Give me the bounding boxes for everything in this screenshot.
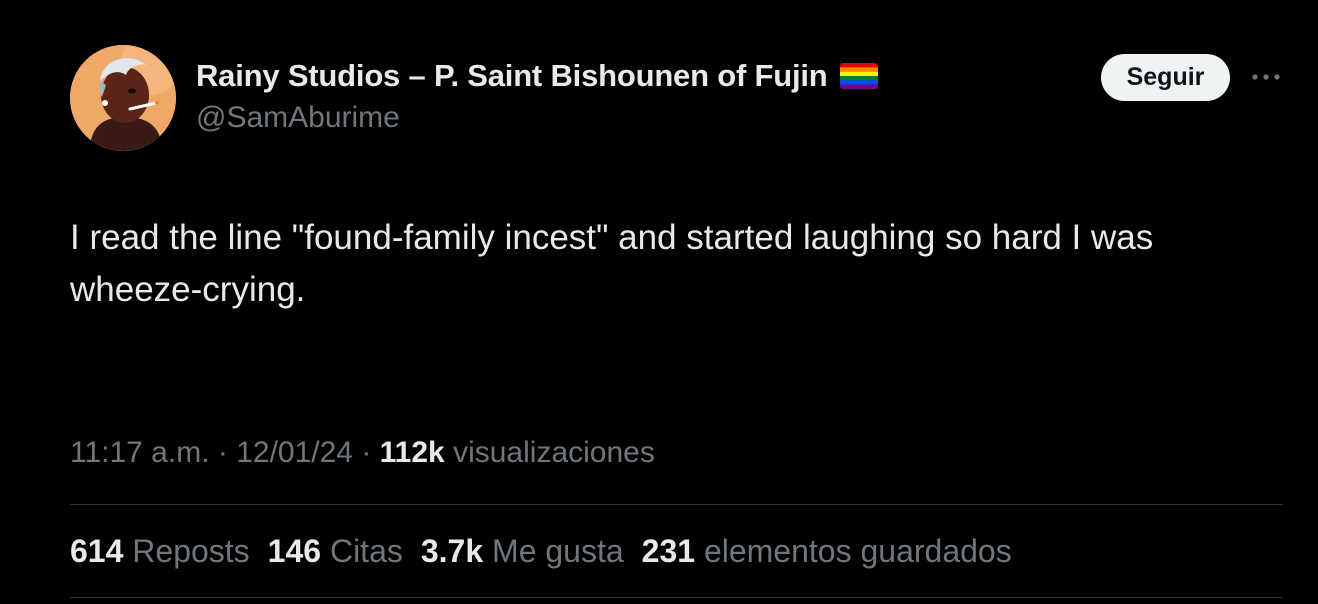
views-count: 112k — [379, 436, 445, 469]
stat-count: 3.7k — [420, 533, 484, 569]
author-display-name[interactable]: Rainy Studios – P. Saint Bishounen of Fu… — [196, 58, 828, 94]
stat-count: 146 — [267, 533, 322, 569]
stat-likes[interactable]: 3.7k Me gusta — [421, 533, 624, 570]
stat-label: elementos guardados — [703, 533, 1012, 569]
stat-label: Me gusta — [492, 533, 624, 569]
profile-avatar[interactable] — [70, 45, 176, 151]
divider-bottom — [70, 597, 1283, 598]
tweet-date[interactable]: 12/01/24 — [236, 436, 353, 469]
stat-count: 614 — [70, 533, 124, 569]
avatar-illustration-icon — [70, 45, 176, 151]
more-options-button[interactable] — [1246, 62, 1286, 92]
tweet-card: Rainy Studios – P. Saint Bishounen of Fu… — [0, 0, 1318, 604]
tweet-meta: 11:17 a.m. · 12/01/24 · 112k visualizaci… — [70, 436, 655, 470]
stat-count: 231 — [641, 533, 696, 569]
more-dots-icon — [1252, 74, 1280, 80]
author-handle[interactable]: @SamAburime — [196, 101, 400, 135]
rainbow-flag-icon — [839, 63, 878, 89]
divider-top — [70, 504, 1283, 505]
follow-button[interactable]: Seguir — [1101, 54, 1230, 101]
stat-label: Reposts — [132, 533, 250, 569]
meta-separator: · — [352, 436, 380, 469]
stat-bookmarks[interactable]: 231 elementos guardados — [642, 533, 1012, 570]
views-label: visualizaciones — [444, 436, 655, 469]
engagement-stats: 614 Reposts 146 Citas 3.7k Me gusta 231 … — [70, 533, 1030, 570]
tweet-text: I read the line "found-family incest" an… — [70, 218, 1154, 309]
stat-quotes[interactable]: 146 Citas — [268, 533, 403, 570]
stat-label: Citas — [329, 533, 403, 569]
author-name-row[interactable]: Rainy Studios – P. Saint Bishounen of Fu… — [196, 58, 878, 94]
stat-reposts[interactable]: 614 Reposts — [70, 533, 250, 570]
meta-separator: · — [209, 436, 237, 469]
tweet-time[interactable]: 11:17 a.m. — [70, 436, 210, 469]
